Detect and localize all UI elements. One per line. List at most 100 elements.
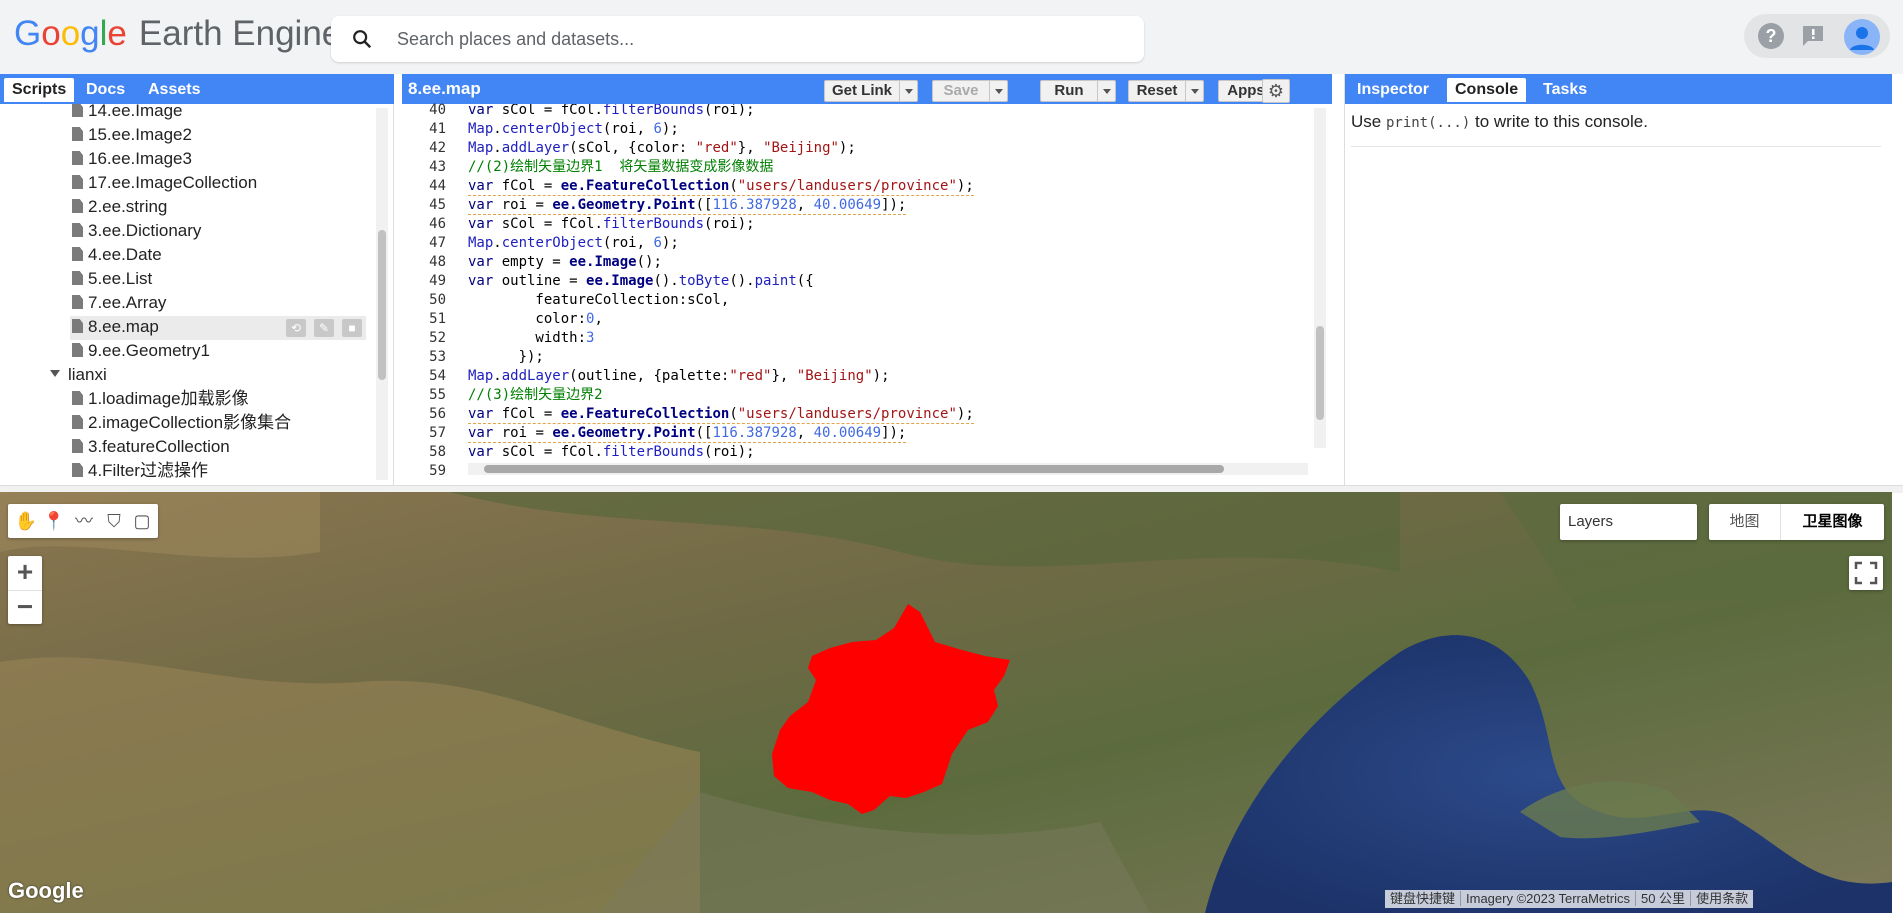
expand-arrow-icon[interactable]	[50, 370, 60, 377]
chevron-down-icon[interactable]	[1185, 81, 1203, 101]
search-icon	[353, 30, 372, 49]
tree-file[interactable]: 2.ee.string	[72, 196, 167, 220]
imagery-credit: Imagery ©2023 TerraMetrics	[1461, 891, 1636, 906]
fullscreen-icon[interactable]	[1849, 556, 1883, 590]
tree-file[interactable]: 17.ee.ImageCollection	[72, 172, 257, 196]
script-tree: 14.ee.Image 15.ee.Image2 16.ee.Image3 17…	[0, 104, 378, 485]
chevron-down-icon[interactable]	[989, 81, 1007, 101]
file-icon	[72, 295, 83, 309]
tree-file[interactable]: 9.ee.Geometry1	[72, 340, 210, 364]
tree-file[interactable]: 14.ee.Image	[72, 104, 183, 124]
line-number: 42	[429, 140, 446, 156]
code-line: Map.addLayer(outline, {palette:"red"}, "…	[468, 368, 890, 384]
file-icon	[72, 391, 83, 405]
zoom-out-button[interactable]: −	[8, 590, 42, 624]
editor-horizontal-scrollbar[interactable]	[468, 463, 1308, 475]
reset-button[interactable]: Reset	[1128, 80, 1204, 102]
tab-tasks[interactable]: Tasks	[1535, 78, 1595, 102]
code-line: var empty = ee.Image();	[468, 254, 662, 270]
map-view[interactable]: ✋ 📍 〰 ⛉ ▢ + − Layers 地图 卫星图像 Google 键盘快捷…	[0, 492, 1892, 913]
tab-docs[interactable]: Docs	[78, 78, 133, 102]
code-line: featureCollection:sCol,	[468, 292, 730, 308]
add-marker-icon[interactable]: 📍	[40, 508, 68, 534]
script-title: 8.ee.map	[408, 79, 481, 98]
tab-scripts[interactable]: Scripts	[4, 78, 75, 102]
chevron-down-icon[interactable]	[1097, 81, 1115, 101]
draw-line-icon[interactable]: 〰	[70, 508, 98, 534]
line-number: 49	[429, 273, 446, 289]
tree-scrollbar[interactable]	[376, 108, 388, 480]
file-icon	[72, 223, 83, 237]
file-icon	[72, 151, 83, 165]
console-hint: Use print(...) to write to this console.	[1351, 112, 1648, 131]
code-line: var outline = ee.Image().toByte().paint(…	[468, 273, 814, 289]
code-line: Map.addLayer(sCol, {color: "red"}, "Beij…	[468, 140, 856, 156]
draw-rectangle-icon[interactable]: ▢	[128, 508, 156, 534]
pan-hand-icon[interactable]: ✋	[12, 508, 40, 534]
scripts-panel: Scripts Docs Assets 14.ee.Image 15.ee.Im…	[0, 74, 394, 485]
get-link-button[interactable]: Get Link	[824, 80, 918, 102]
tree-file[interactable]: 3.ee.Dictionary	[72, 220, 201, 244]
editor-h-scrollbar-thumb[interactable]	[484, 465, 1224, 473]
code-line: color:0,	[468, 311, 603, 327]
code-line: var sCol = fCol.filterBounds(roi);	[468, 216, 755, 232]
editor-v-scrollbar-thumb[interactable]	[1316, 326, 1324, 420]
keyboard-shortcuts-link[interactable]: 键盘快捷键	[1385, 891, 1462, 906]
code-line: var sCol = fCol.filterBounds(roi);	[468, 444, 755, 460]
tree-file[interactable]: 3.featureCollection	[72, 436, 230, 460]
tree-file[interactable]: 1.loadimage加载影像	[72, 388, 249, 412]
save-button[interactable]: Save	[932, 80, 1008, 102]
editor-vertical-scrollbar[interactable]	[1314, 108, 1326, 448]
code-line: });	[468, 349, 544, 365]
code-line: Map.centerObject(roi, 6);	[468, 235, 679, 251]
line-number: 43	[429, 159, 446, 175]
line-number: 58	[429, 444, 446, 460]
tree-scrollbar-thumb[interactable]	[378, 230, 386, 380]
line-number: 52	[429, 330, 446, 346]
search-input[interactable]: Search places and datasets...	[397, 29, 634, 50]
code-area[interactable]: var sCol = fCol.filterBounds(roi); Map.c…	[468, 104, 1318, 464]
zoom-in-button[interactable]: +	[8, 556, 42, 590]
terms-link[interactable]: 使用条款	[1691, 891, 1753, 906]
rename-pencil-icon[interactable]: ✎	[314, 319, 334, 337]
tree-file[interactable]: 7.ee.Array	[72, 292, 166, 316]
tree-file[interactable]: 2.imageCollection影像集合	[72, 412, 291, 436]
draw-shape-icon[interactable]: ⛉	[100, 508, 128, 534]
earth-engine-logo[interactable]: Google Earth Engine	[14, 14, 341, 54]
code-line: //(3)绘制矢量边界2	[468, 387, 603, 403]
search-box[interactable]: Search places and datasets...	[331, 16, 1144, 62]
file-icon	[72, 175, 83, 189]
run-button[interactable]: Run	[1040, 80, 1116, 102]
account-avatar-icon[interactable]	[1844, 19, 1880, 55]
layers-dropdown[interactable]: Layers	[1560, 504, 1697, 540]
help-icon[interactable]: ?	[1758, 23, 1784, 49]
line-number: 55	[429, 387, 446, 403]
file-icon	[72, 247, 83, 261]
satellite-imagery	[0, 492, 1892, 913]
line-number: 51	[429, 311, 446, 327]
line-number: 48	[429, 254, 446, 270]
tree-file-selected[interactable]: 8.ee.map ⟲ ✎ ■	[70, 316, 366, 340]
tab-assets[interactable]: Assets	[140, 78, 208, 102]
file-icon	[72, 439, 83, 453]
code-line: var fCol = ee.FeatureCollection("users/l…	[468, 178, 974, 196]
header-icon-group: ?	[1744, 14, 1890, 58]
chevron-down-icon[interactable]	[899, 81, 917, 101]
map-type-satellite[interactable]: 卫星图像	[1781, 504, 1884, 540]
tree-file[interactable]: 16.ee.Image3	[72, 148, 192, 172]
code-line: var roi = ee.Geometry.Point([116.387928,…	[468, 425, 907, 443]
delete-trash-icon[interactable]: ■	[342, 319, 362, 337]
revision-history-icon[interactable]: ⟲	[286, 319, 306, 337]
map-type-roadmap[interactable]: 地图	[1709, 504, 1781, 540]
tree-file[interactable]: 15.ee.Image2	[72, 124, 192, 148]
tree-file[interactable]: 5.ee.List	[72, 268, 152, 292]
tree-folder[interactable]: lianxi	[50, 364, 107, 388]
feedback-icon[interactable]	[1800, 23, 1826, 49]
tree-file[interactable]: 4.ee.Date	[72, 244, 162, 268]
tab-inspector[interactable]: Inspector	[1349, 78, 1437, 102]
tree-file[interactable]: 4.Filter过滤操作	[72, 460, 208, 484]
settings-gear-icon[interactable]: ⚙	[1262, 79, 1290, 103]
logo-text: Earth Engine	[138, 14, 342, 53]
tab-console[interactable]: Console	[1447, 78, 1527, 102]
line-number: 45	[429, 197, 446, 213]
